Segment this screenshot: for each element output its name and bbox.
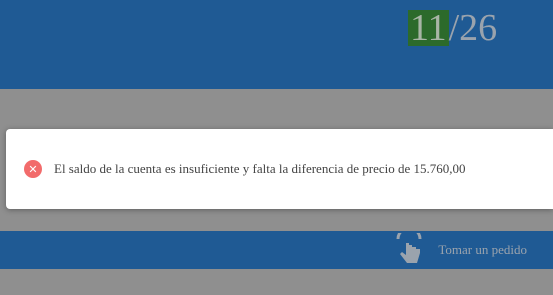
current-index: 11 [408,7,449,49]
error-icon: ✕ [24,160,42,178]
tap-hand-icon [396,233,422,263]
take-order-label: Tomar un pedido [438,242,527,257]
toast-message: El saldo de la cuenta es insuficiente y … [54,161,466,176]
bottom-overlay-strip [0,269,553,295]
total-count: /26 [448,7,498,49]
top-header: 11 /26 [0,0,553,89]
error-toast: ✕ El saldo de la cuenta es insuficiente … [6,129,553,209]
question-counter: 11 /26 [408,7,498,49]
bottom-action-bar: Tomar un pedido [0,231,553,269]
take-order-button[interactable]: Tomar un pedido [394,231,527,269]
